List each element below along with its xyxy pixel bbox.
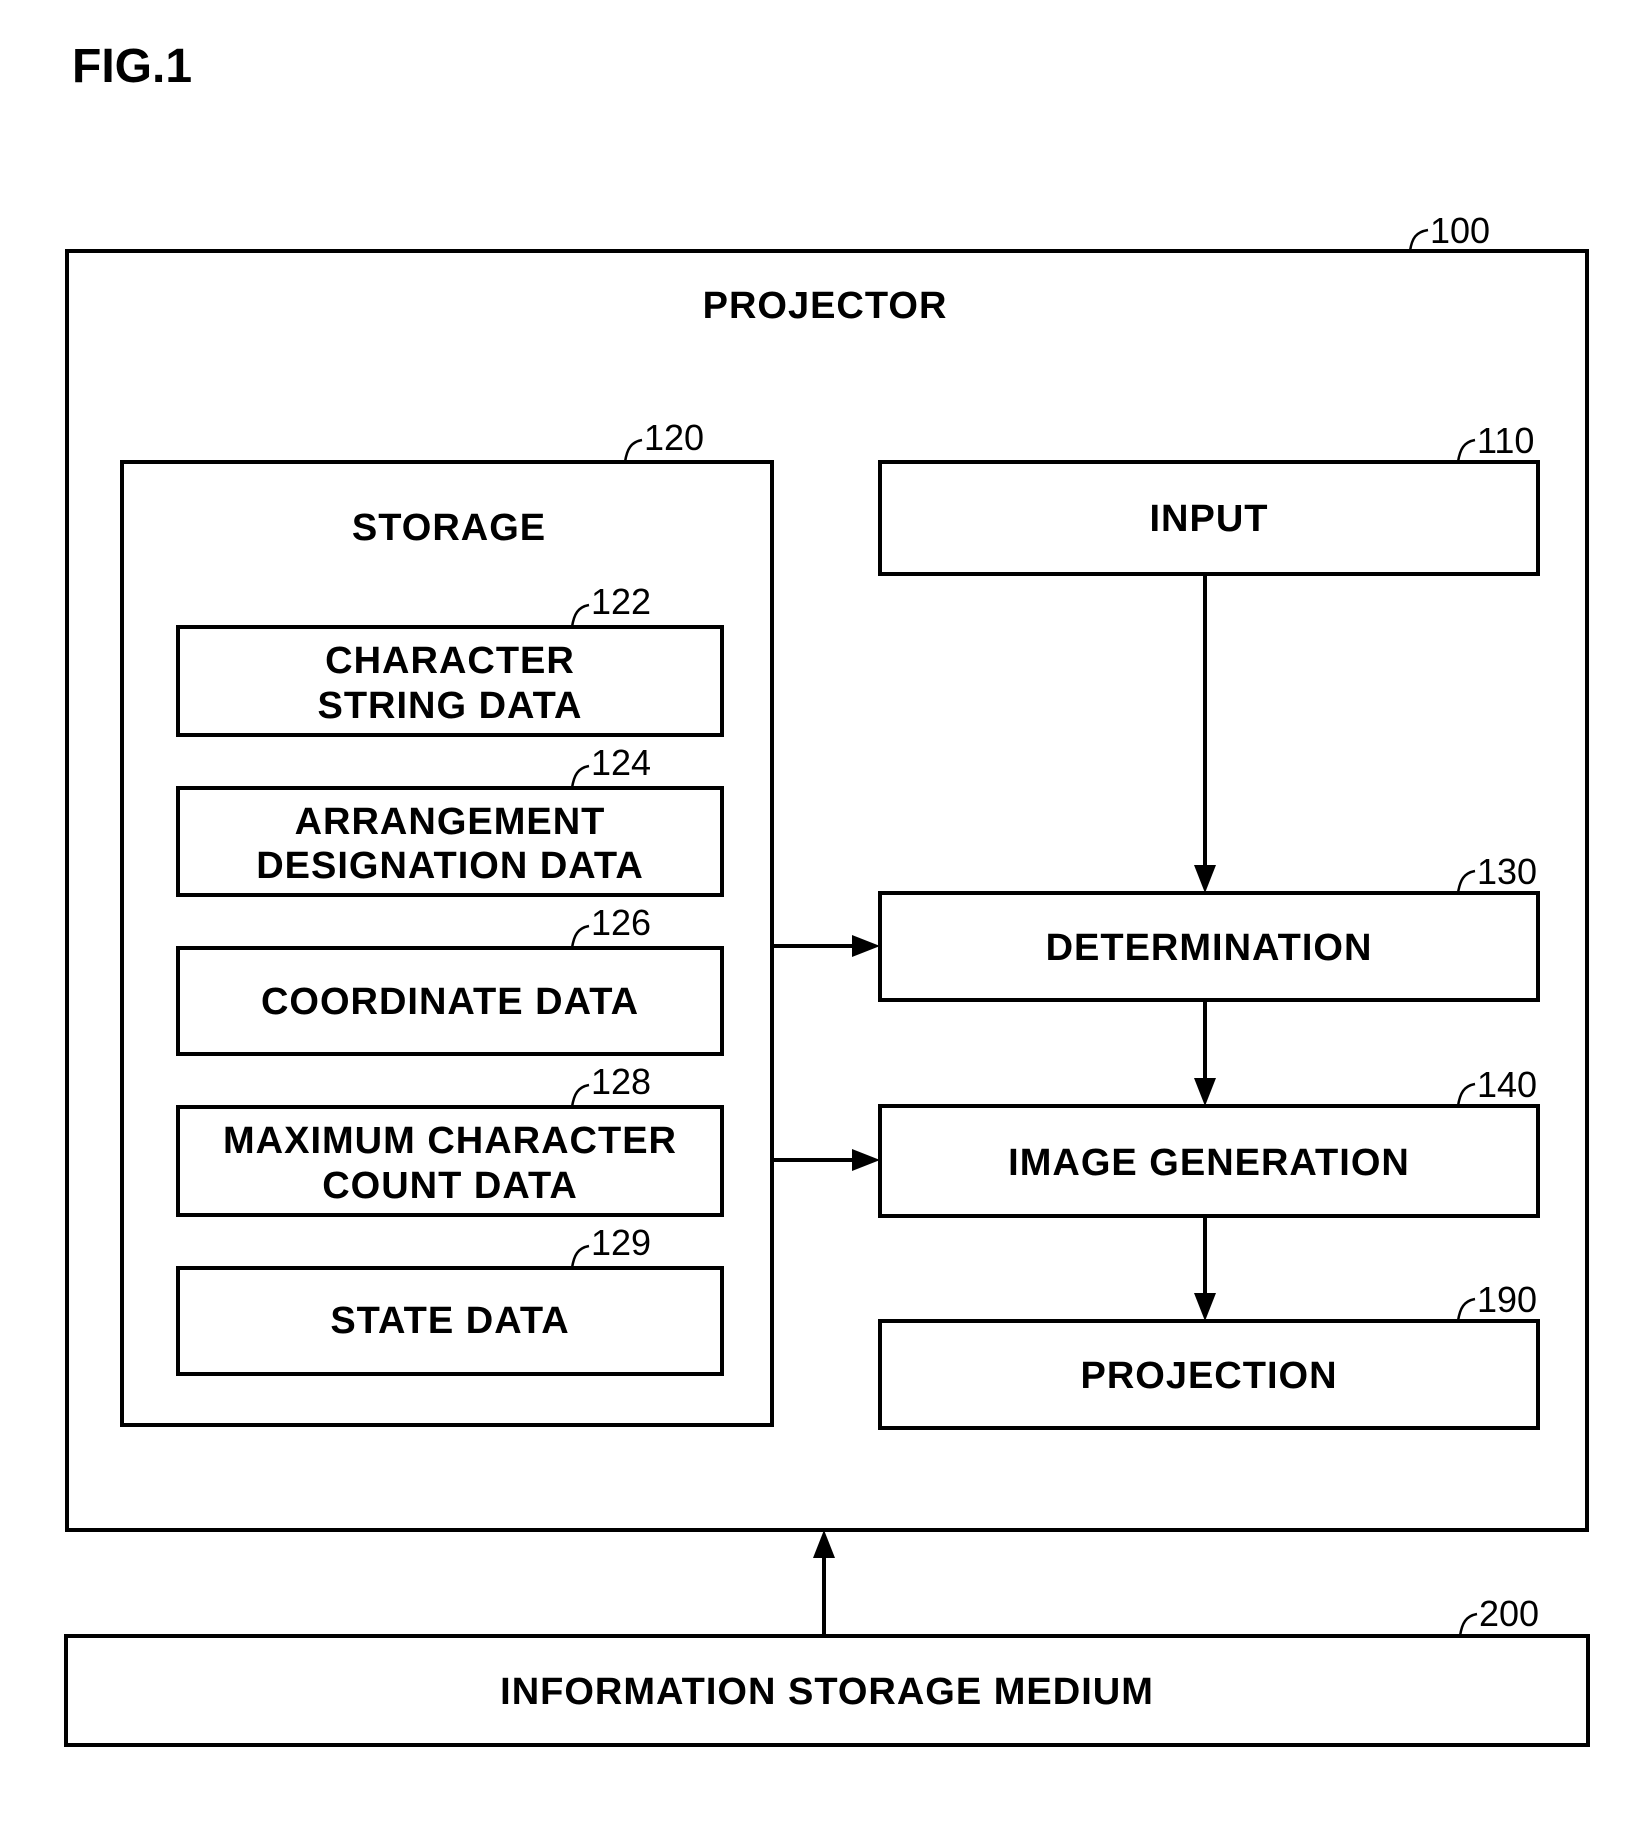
storage-item-ref: 124 xyxy=(591,742,651,783)
storage-ref: 120 xyxy=(644,417,704,458)
projector-ref-leader xyxy=(1408,228,1429,252)
storage-item-ref: 126 xyxy=(591,902,651,943)
storage-item-line: DESIGNATION DATA xyxy=(256,845,644,887)
storage-item-line: STRING DATA xyxy=(317,685,582,727)
medium-ref-leader xyxy=(1458,1612,1478,1637)
storage-item-ref: 129 xyxy=(591,1222,651,1263)
storage-label: STORAGE xyxy=(352,507,546,549)
input-ref: 110 xyxy=(1477,420,1534,461)
information-storage-medium-block: INFORMATION STORAGE MEDIUM 200 xyxy=(64,1593,1590,1747)
figure-title: FIG.1 xyxy=(72,40,192,93)
storage-item-ref: 128 xyxy=(591,1061,651,1102)
determination-ref: 130 xyxy=(1477,851,1537,892)
arrow-medium-to-projector xyxy=(813,1530,835,1636)
projection-ref: 190 xyxy=(1477,1279,1537,1320)
projector-label: PROJECTOR xyxy=(703,285,948,327)
storage-item-line: STATE DATA xyxy=(330,1300,569,1342)
projector-ref: 100 xyxy=(1430,210,1490,251)
image-generation-label: IMAGE GENERATION xyxy=(1008,1142,1410,1184)
determination-label: DETERMINATION xyxy=(1046,927,1373,969)
projection-label: PROJECTION xyxy=(1080,1355,1337,1397)
storage-item-line: ARRANGEMENT xyxy=(295,801,606,843)
storage-item-line: CHARACTER xyxy=(325,640,575,682)
storage-item-line: COORDINATE DATA xyxy=(261,981,639,1023)
input-label: INPUT xyxy=(1150,498,1269,540)
image-generation-ref: 140 xyxy=(1477,1064,1537,1105)
medium-ref: 200 xyxy=(1479,1593,1539,1634)
storage-item-ref: 122 xyxy=(591,581,651,622)
storage-item-line: COUNT DATA xyxy=(322,1165,578,1207)
storage-item-line: MAXIMUM CHARACTER xyxy=(223,1120,677,1162)
arrow-head-icon xyxy=(813,1530,835,1558)
medium-label: INFORMATION STORAGE MEDIUM xyxy=(500,1671,1154,1713)
block-diagram: FIG.1 PROJECTOR 100 STORAGE 120 CHARACTE… xyxy=(64,40,1590,1747)
